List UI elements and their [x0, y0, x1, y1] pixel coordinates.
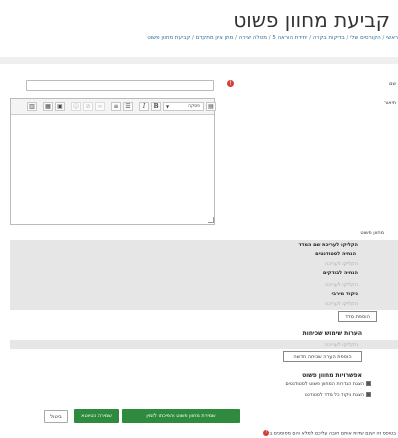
page-title: קביעת מחוון פשוט	[233, 8, 390, 32]
breadcrumb-my-courses[interactable]: הקורסים שלי	[350, 35, 381, 41]
link-icon[interactable]: ∞	[95, 102, 105, 111]
criterion-markers-edit[interactable]: הקליקו לעריכה	[325, 282, 358, 288]
show-definitions-checkbox[interactable]	[366, 381, 371, 386]
option-show-definitions: הצגת הגדרות המחוון פשוט לסטודנטים	[285, 381, 371, 387]
section-band	[0, 57, 398, 64]
save-ready-button[interactable]: שמירת מחוון פשוט והפיכתו לזמין	[122, 409, 240, 423]
bullet-list-icon[interactable]: ☰	[123, 102, 133, 111]
breadcrumb-current: קביעת מחוון פשוט	[147, 35, 191, 41]
bold-button[interactable]: B	[151, 102, 161, 111]
breadcrumb: ראשי / הקורסים שלי / בדיקות בקרה / יחידת…	[147, 35, 398, 41]
chevron-down-icon: ▼	[166, 104, 170, 109]
criterion-students-edit[interactable]: הקליקו לעריכה	[325, 261, 358, 267]
required-fields-note-text: בטופס זה ישנם שדות אותם חובה עליכם למלא …	[269, 431, 396, 437]
option-show-score-label: הצגת ניקוד כל מדד לסטודנט	[304, 393, 364, 398]
comments-heading: הערות שימוש שכיחות	[302, 330, 362, 337]
emoticon-icon[interactable]: ☺	[71, 102, 81, 111]
criterion-name[interactable]: הקליקו לעריכת שם המדד	[298, 242, 358, 248]
comment-edit[interactable]: הקליקו לעריכה	[325, 342, 358, 348]
marking-guide-label: מחוון פשוט	[360, 230, 384, 236]
toolbar-toggle-icon[interactable]: ▤	[206, 102, 216, 111]
name-label: שם	[389, 81, 396, 87]
name-input[interactable]	[26, 80, 214, 91]
unlink-icon[interactable]: ⊘	[83, 102, 93, 111]
criterion-students-label: הנחיה לסטודנטים	[315, 251, 356, 257]
paragraph-select[interactable]: ▼ פסקה	[163, 102, 204, 111]
add-criterion-button[interactable]: הוספת מדד	[338, 311, 377, 322]
numbered-list-icon[interactable]: ≡	[111, 102, 121, 111]
options-heading: אפשרויות מחוון פשוט	[302, 372, 362, 379]
cancel-button[interactable]: ביטול	[44, 410, 68, 423]
description-label: תיאור	[384, 100, 396, 106]
add-comment-button[interactable]: הוספת הערה שכיחה חדשה	[283, 351, 362, 362]
criterion-max-score-label: ניקוד מירבי	[331, 291, 358, 297]
required-icon: !	[227, 80, 234, 87]
image-icon[interactable]: ▣	[55, 102, 65, 111]
description-editor[interactable]: ▤ ▼ פסקה B I ☰ ≡ ∞ ⊘ ☺ ▣ ▦ ▥	[10, 98, 216, 225]
save-draft-button[interactable]: שמירה כטיוטא	[74, 409, 119, 423]
show-score-checkbox[interactable]	[366, 392, 371, 397]
resize-handle-icon[interactable]	[208, 217, 214, 223]
required-fields-note: בטופס זה ישנם שדות אותם חובה עליכם למלא …	[261, 430, 396, 437]
criterion-max-score-edit[interactable]: הקליקו לעריכה	[325, 301, 358, 307]
breadcrumb-course[interactable]: בדיקות בקרה	[313, 35, 345, 41]
editor-toolbar: ▤ ▼ פסקה B I ☰ ≡ ∞ ⊘ ☺ ▣ ▦ ▥	[11, 99, 216, 115]
file-icon[interactable]: ▥	[27, 102, 37, 111]
breadcrumb-assignment[interactable]: מטלה יצירה	[239, 35, 267, 41]
breadcrumb-unit[interactable]: יחידת הוראה 5	[272, 35, 307, 41]
option-show-score: הצגת ניקוד כל מדד לסטודנט	[305, 392, 371, 398]
breadcrumb-advanced-grading[interactable]: מתן ציון מתקדם	[196, 35, 234, 41]
option-show-definitions-label: הצגת הגדרות המחוון פשוט לסטודנטים	[285, 382, 364, 387]
breadcrumb-home[interactable]: ראשי	[386, 35, 398, 41]
criterion-markers-label: הנחיה לבודקים	[322, 270, 358, 276]
italic-button[interactable]: I	[139, 102, 149, 111]
media-icon[interactable]: ▦	[43, 102, 53, 111]
